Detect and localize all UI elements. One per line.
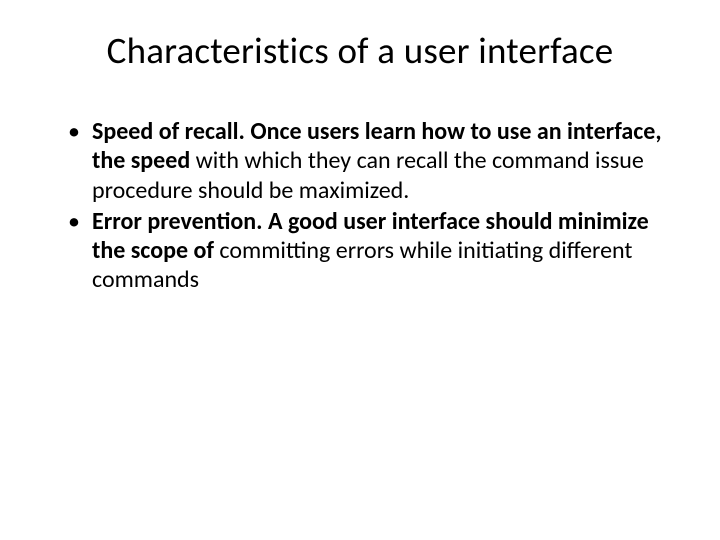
slide-content: Speed of recall. Once users learn how to… [56, 117, 664, 295]
bullet-list: Speed of recall. Once users learn how to… [68, 117, 664, 295]
list-item: Error prevention. A good user interface … [68, 207, 664, 295]
slide-container: Characteristics of a user interface Spee… [0, 0, 720, 540]
slide-title: Characteristics of a user interface [56, 28, 664, 73]
list-item: Speed of recall. Once users learn how to… [68, 117, 664, 205]
